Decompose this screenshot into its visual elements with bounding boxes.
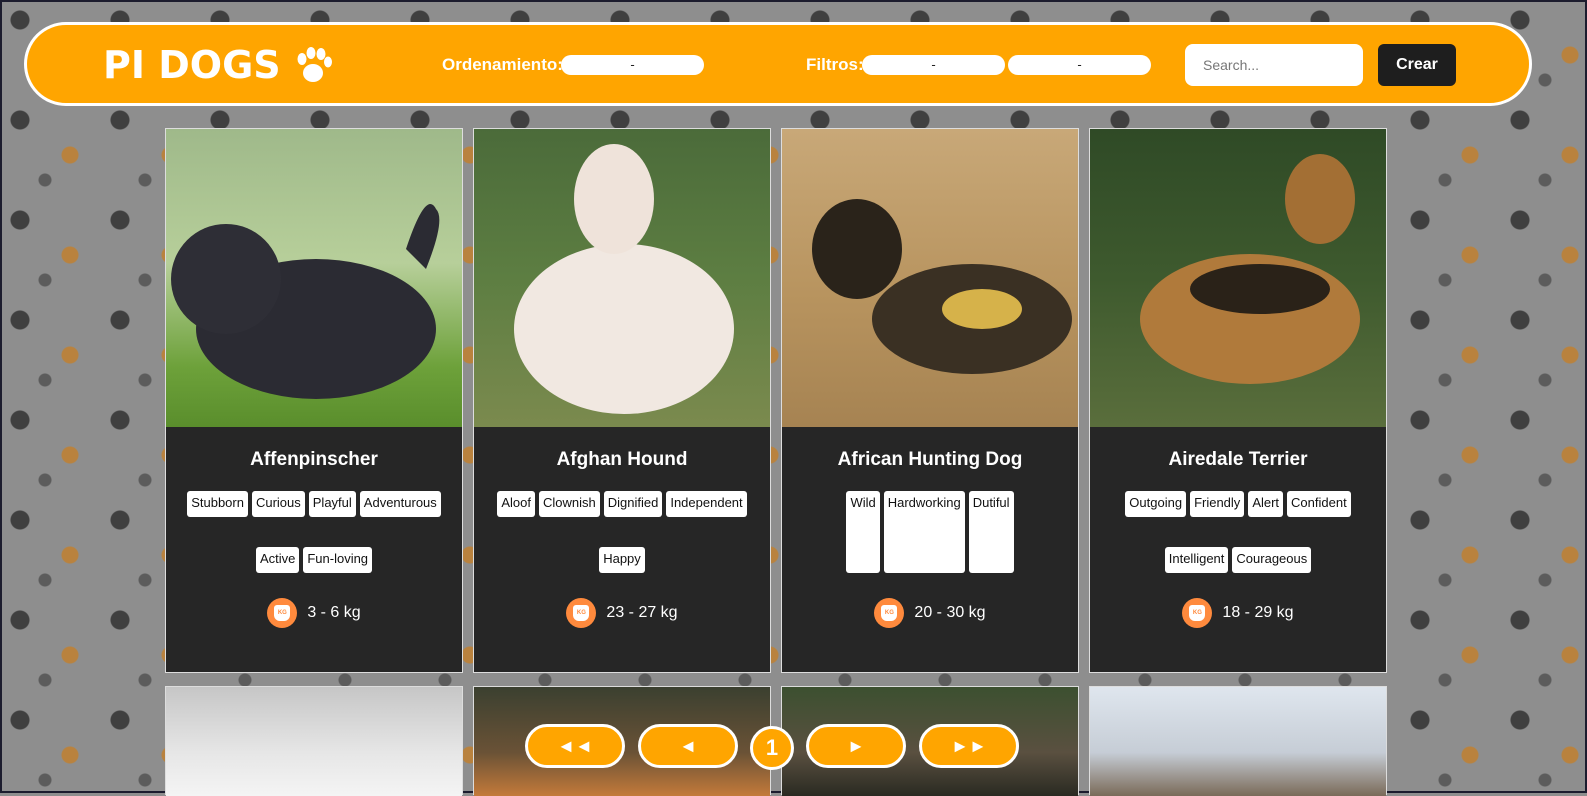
dog-name: Affenpinscher: [250, 449, 378, 470]
dog-image: [1090, 129, 1386, 427]
brand-logo[interactable]: PI DOGS: [103, 43, 335, 87]
temperament-tag: Outgoing: [1125, 491, 1187, 517]
first-page-button[interactable]: ◄◄: [525, 724, 625, 768]
sort-label: Ordenamiento:: [442, 55, 563, 74]
dog-image: [782, 129, 1078, 427]
sort-select[interactable]: -: [561, 55, 704, 75]
weight-value: 23 - 27 kg: [606, 604, 678, 621]
temperament-list: Wild Hardworking Dutiful: [796, 491, 1064, 573]
temperament-tag: Active: [255, 547, 300, 573]
dog-card[interactable]: Afghan Hound Aloof Clownish Dignified In…: [473, 128, 771, 673]
weight-value: 20 - 30 kg: [914, 604, 986, 621]
temperament-tag: Curious: [251, 491, 305, 517]
temperament-tag: Dutiful: [968, 491, 1014, 573]
temperament-tag: Clownish: [539, 491, 600, 517]
temperament-list: Aloof Clownish Dignified Independent Hap…: [488, 491, 756, 573]
search-input[interactable]: [1185, 44, 1363, 86]
prev-page-button[interactable]: ◄: [638, 724, 738, 768]
temperament-tag: Fun-loving: [303, 547, 373, 573]
navbar: PI DOGS Ordenamiento: - Filtros: - - Cre…: [24, 22, 1532, 106]
dog-name: Afghan Hound: [556, 449, 688, 470]
weight-icon: KG: [566, 598, 597, 628]
weight-info: KG 18 - 29 kg: [1090, 598, 1386, 628]
weight-value: 18 - 29 kg: [1222, 604, 1294, 621]
dog-image: [1090, 687, 1386, 796]
current-page-indicator: 1: [750, 726, 794, 770]
filters-label: Filtros:: [806, 55, 864, 74]
temperament-tag: Wild: [846, 491, 880, 573]
dog-card[interactable]: African Hunting Dog Wild Hardworking Dut…: [781, 128, 1079, 673]
dog-card[interactable]: Affenpinscher Stubborn Curious Playful A…: [165, 128, 463, 673]
dog-image: [166, 129, 462, 427]
last-page-button[interactable]: ►►: [919, 724, 1019, 768]
weight-info: KG 23 - 27 kg: [474, 598, 770, 628]
temperament-tag: Friendly: [1190, 491, 1245, 517]
dog-card[interactable]: Airedale Terrier Outgoing Friendly Alert…: [1089, 128, 1387, 673]
weight-info: KG 20 - 30 kg: [782, 598, 1078, 628]
temperament-tag: Confident: [1287, 491, 1351, 517]
next-page-button[interactable]: ►: [806, 724, 906, 768]
dog-image: [166, 687, 462, 796]
temperament-tag: Stubborn: [187, 491, 248, 517]
temperament-tag: Playful: [308, 491, 356, 517]
weight-icon: KG: [1182, 598, 1213, 628]
weight-icon: KG: [874, 598, 905, 628]
temperament-list: Outgoing Friendly Alert Confident Intell…: [1104, 491, 1372, 573]
dog-name: Airedale Terrier: [1168, 449, 1308, 470]
temperament-filter-select[interactable]: -: [862, 55, 1005, 75]
temperament-tag: Courageous: [1232, 547, 1312, 573]
temperament-tag: Independent: [666, 491, 747, 517]
dog-card[interactable]: [165, 686, 463, 796]
temperament-tag: Dignified: [603, 491, 663, 517]
weight-value: 3 - 6 kg: [307, 604, 361, 621]
dog-image: [474, 129, 770, 427]
origin-filter-select[interactable]: -: [1008, 55, 1151, 75]
create-button[interactable]: Crear: [1378, 44, 1456, 86]
temperament-tag: Adventurous: [359, 491, 441, 517]
brand-title: PI DOGS: [103, 43, 281, 87]
temperament-tag: Alert: [1248, 491, 1284, 517]
dog-name: African Hunting Dog: [837, 449, 1023, 470]
temperament-tag: Aloof: [497, 491, 535, 517]
weight-icon: KG: [267, 598, 298, 628]
temperament-tag: Happy: [599, 547, 645, 573]
dog-card[interactable]: [1089, 686, 1387, 796]
temperament-tag: Hardworking: [883, 491, 965, 573]
paw-icon: [297, 47, 332, 82]
weight-info: KG 3 - 6 kg: [166, 598, 462, 628]
temperament-tag: Intelligent: [1164, 547, 1229, 573]
temperament-list: Stubborn Curious Playful Adventurous Act…: [180, 491, 448, 573]
